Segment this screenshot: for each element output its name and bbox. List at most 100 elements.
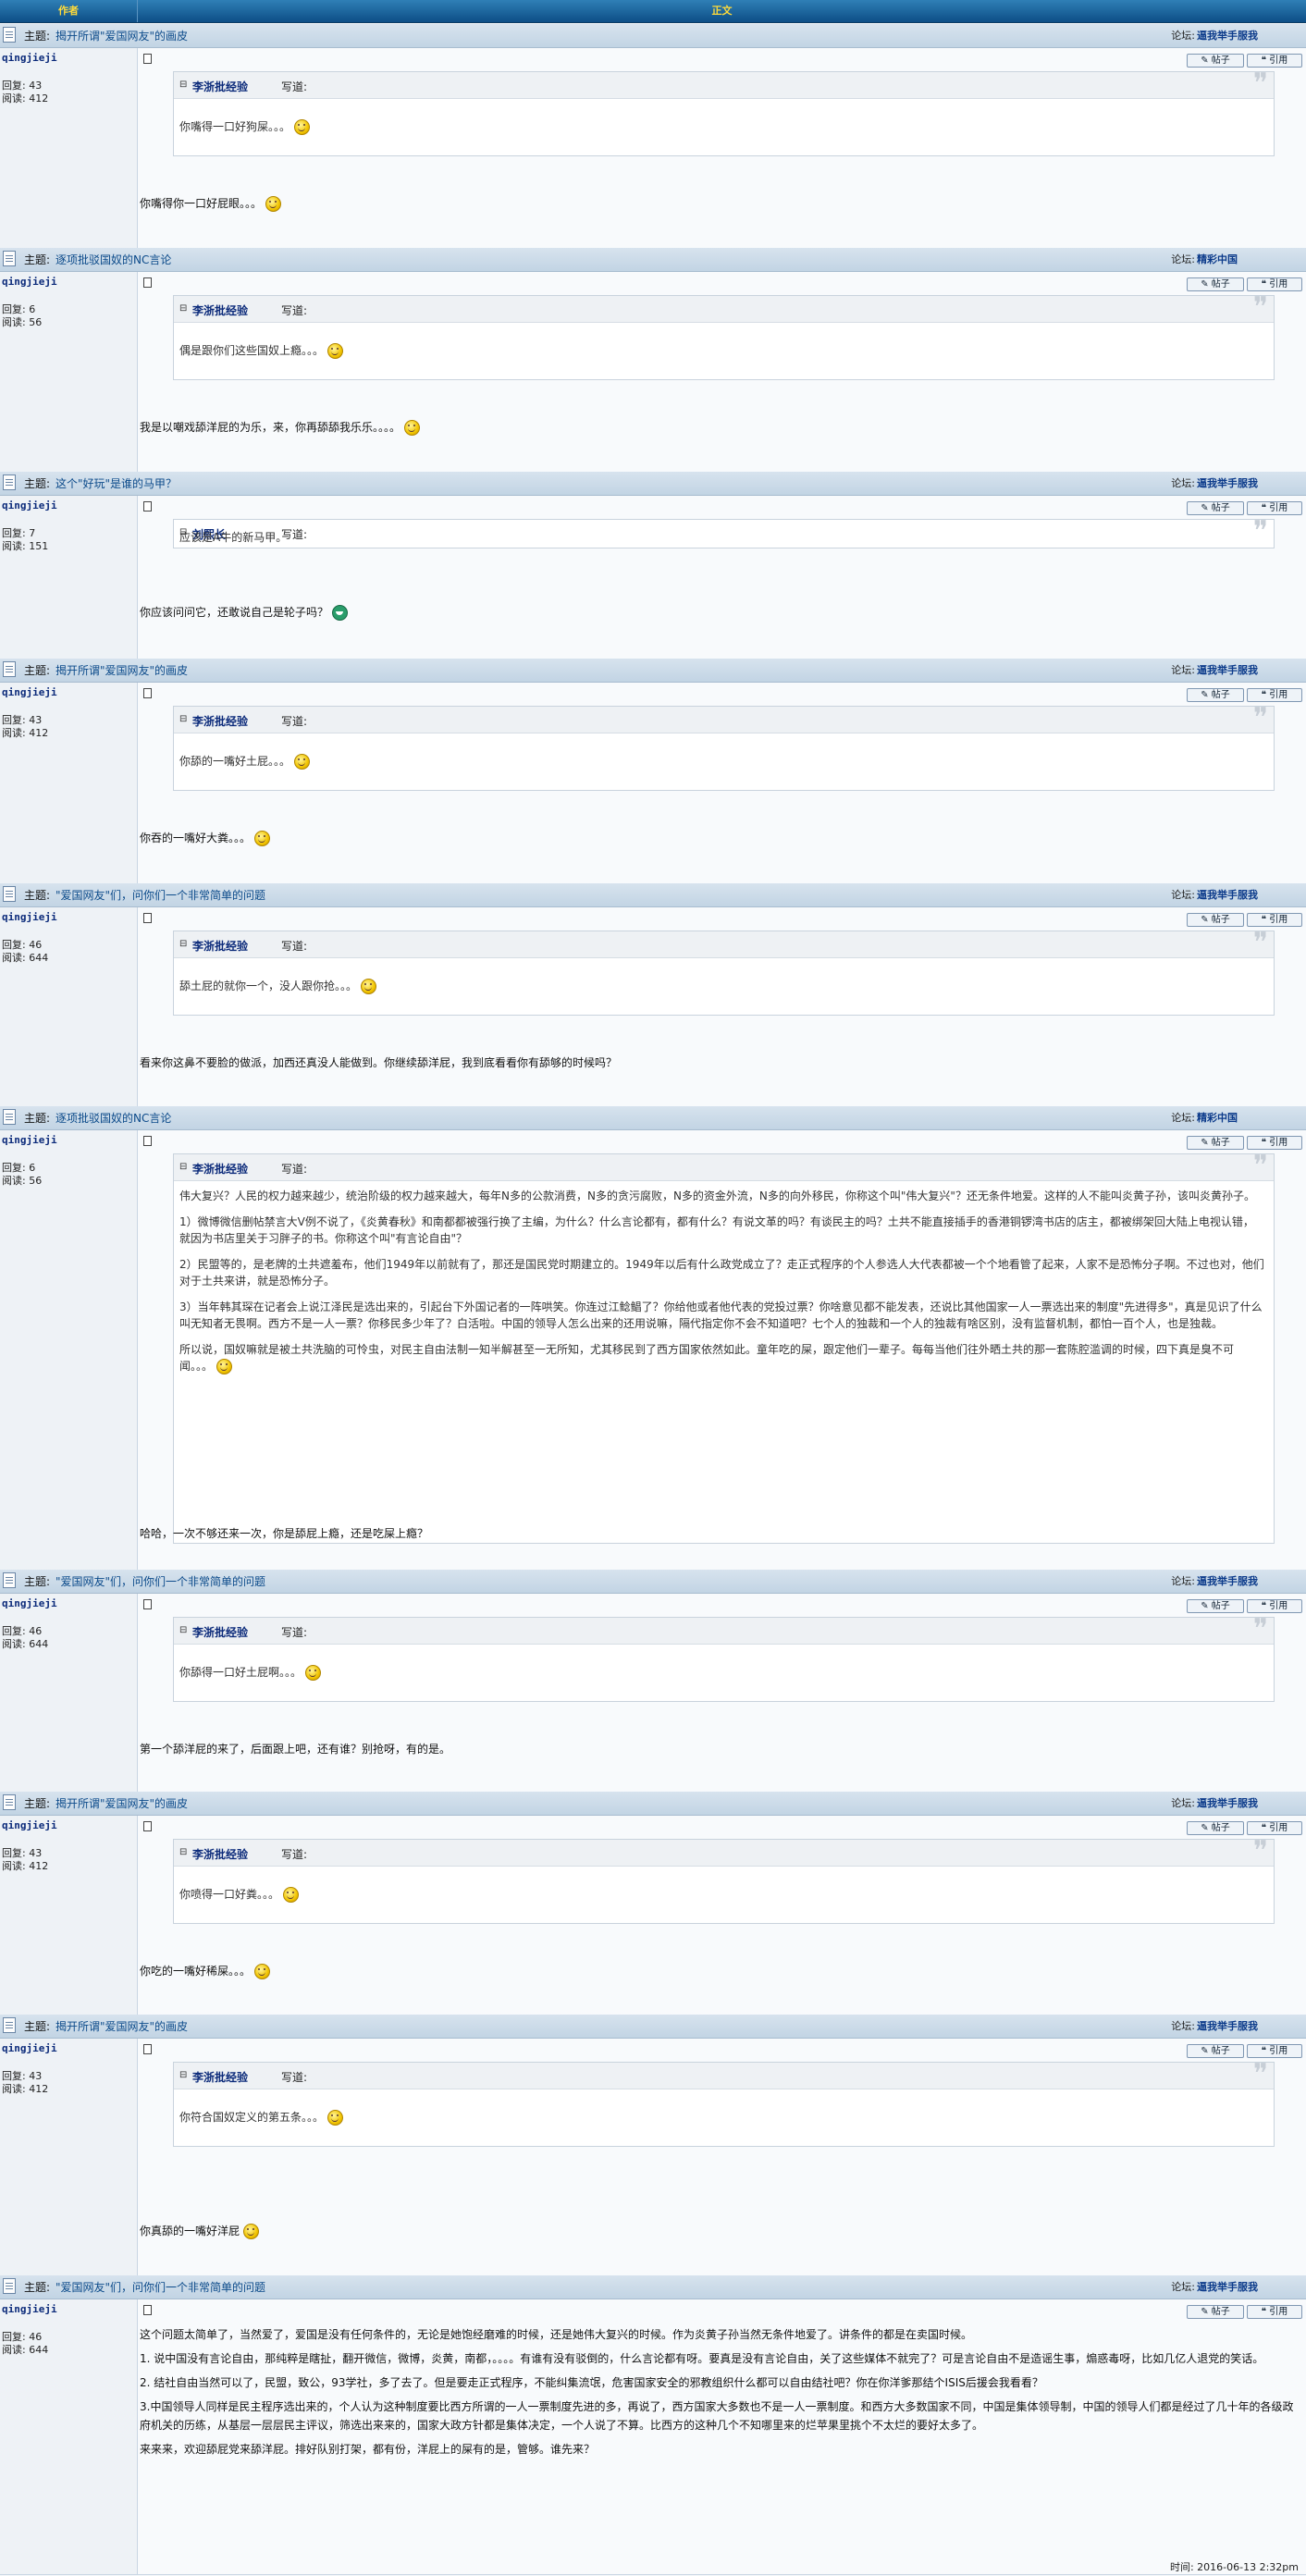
quote-author: 李浙批经验 [192, 940, 249, 953]
topic-doc-icon [3, 1109, 16, 1125]
author-name-link[interactable]: qingjieji [2, 911, 57, 923]
topic-row: 主题: "爱国网友"们，问你们一个非常简单的问题 论坛: 逼我举手服我 [0, 2275, 1306, 2299]
reply-text: 你应该问问它，还敢说自己是轮子吗？ [140, 603, 1295, 622]
post-content: ✎ 帖子 ❝ 引用 ⊟ 李浙批经验 写道: ❞ 伟大复兴？人民的权力越来越少，统治阶级的权力… [138, 1130, 1306, 1586]
author-name-link[interactable]: qingjieji [2, 52, 57, 64]
author-name-link[interactable]: qingjieji [2, 499, 57, 512]
forum-label: 论坛: [1171, 30, 1195, 42]
topic-title-link[interactable]: "爱国网友"们，问你们一个非常简单的问题 [55, 1573, 265, 1589]
topic-title-link[interactable]: 这个"好玩"是谁的马甲？ [55, 475, 177, 491]
collapse-icon[interactable]: ⊟ [179, 1625, 187, 1635]
collapse-icon[interactable]: ⊟ [179, 2070, 187, 2080]
post-body: qingjieji 回复: 6 阅读: 56 ✎ 帖子 ❝ 引用 ⊟ 李浙批经验 写道: ❞ 伟大… [0, 1130, 1306, 1587]
quote-button[interactable]: ❝ 引用 [1247, 1136, 1302, 1150]
forum-name-link[interactable]: 逼我举手服我 [1197, 475, 1302, 490]
post-doc-icon [143, 2305, 152, 2315]
post-link-button[interactable]: ✎ 帖子 [1187, 277, 1244, 291]
author-name-link[interactable]: qingjieji [2, 276, 57, 288]
topic-title-link[interactable]: 揭开所谓"爱国网友"的画皮 [55, 662, 188, 678]
reply-text: 第一个舔洋屁的来了，后面跟上吧，还有谁？别抢呀，有的是。 [140, 1743, 451, 1756]
reply-text: 你嘴得你一口好屁眼。。。 [140, 194, 1295, 213]
collapse-icon[interactable]: ⊟ [179, 1162, 187, 1172]
collapse-icon[interactable]: ⊟ [179, 303, 187, 314]
post-link-button[interactable]: ✎ 帖子 [1187, 2305, 1244, 2319]
post-link-button[interactable]: ✎ 帖子 [1187, 1599, 1244, 1613]
topic-row: 主题: 逐项批驳国奴的NC言论 论坛: 精彩中国 [0, 1106, 1306, 1130]
author-name-link[interactable]: qingjieji [2, 2303, 57, 2315]
smile-icon [327, 343, 344, 359]
post-doc-icon [143, 277, 152, 288]
forum-post: 主题: "爱国网友"们，问你们一个非常简单的问题 论坛: 逼我举手服我 qingjiej… [0, 883, 1306, 1125]
quote-text: 伟大复兴？人民的权力越来越少，统治阶级的权力越来越大，每年N多的公款消费，N多的… [179, 1188, 1264, 1384]
quote-text: 你舔得一口好土屁啊。。。 [179, 1664, 1264, 1681]
post-content: ✎ 帖子 ❝ 引用 ⊟ 李浙批经验 写道: ❞ 偶是跟你们这些国奴上瘾。。。 我是以嘲戏舔洋屁… [138, 272, 1306, 488]
topic-label: 主题: [24, 1112, 51, 1125]
quote-button[interactable]: ❝ 引用 [1247, 1599, 1302, 1613]
post-link-button[interactable]: ✎ 帖子 [1187, 688, 1244, 702]
post-link-button[interactable]: ✎ 帖子 [1187, 2044, 1244, 2058]
author-name-link[interactable]: qingjieji [2, 1597, 57, 1609]
forum-name-link[interactable]: 逼我举手服我 [1197, 2279, 1302, 2294]
forum-name-link[interactable]: 逼我举手服我 [1197, 662, 1302, 677]
quote-button[interactable]: ❝ 引用 [1247, 277, 1302, 291]
forum-name-link[interactable]: 精彩中国 [1197, 252, 1302, 266]
author-name-link[interactable]: qingjieji [2, 2042, 57, 2054]
topic-row: 主题: 逐项批驳国奴的NC言论 论坛: 精彩中国 [0, 248, 1306, 272]
topic-title-link[interactable]: 逐项批驳国奴的NC言论 [55, 1110, 171, 1126]
forum-name-link[interactable]: 逼我举手服我 [1197, 1573, 1302, 1588]
forum-post: 主题: 逐项批驳国奴的NC言论论坛: 精彩中国 qingjieji 回复: 6 阅读: 5… [0, 1106, 1306, 1587]
collapse-icon[interactable]: ⊟ [179, 80, 187, 90]
quote-button[interactable]: ❝ 引用 [1247, 1821, 1302, 1835]
forum-name-link[interactable]: 逼我举手服我 [1197, 1795, 1302, 1810]
forum-name-link[interactable]: 逼我举手服我 [1197, 887, 1302, 902]
forum-label: 论坛: [1171, 664, 1195, 676]
topic-title-link[interactable]: 逐项批驳国奴的NC言论 [55, 252, 171, 267]
quote-block: ⊟ 李浙批经验 写道: ❞ 你舔得一口好土屁啊。。。 [173, 1616, 1275, 1702]
quote-button[interactable]: ❝ 引用 [1247, 913, 1302, 927]
topic-label: 主题: [24, 2281, 51, 2294]
topic-title-link[interactable]: 揭开所谓"爱国网友"的画皮 [55, 2018, 188, 2034]
topic-title-link[interactable]: "爱国网友"们，问你们一个非常简单的问题 [55, 887, 265, 903]
topic-doc-icon [3, 2278, 16, 2294]
forum-label: 论坛: [1171, 1575, 1195, 1587]
topic-doc-icon [3, 27, 16, 43]
topic-title-link[interactable]: "爱国网友"们，问你们一个非常简单的问题 [55, 2279, 265, 2295]
quote-button[interactable]: ❝ 引用 [1247, 2044, 1302, 2058]
topic-label: 主题: [24, 30, 51, 43]
reply-paragraph: 这个问题太简单了，当然爱了，爱国是没有任何条件的，无论是她饱经磨难的时候，还是她… [140, 2328, 973, 2341]
collapse-icon[interactable]: ⊟ [179, 1847, 187, 1857]
topic-row: 主题: 揭开所谓"爱国网友"的画皮 论坛: 逼我举手服我 [0, 2015, 1306, 2039]
quote-button[interactable]: ❝ 引用 [1247, 688, 1302, 702]
collapse-icon[interactable]: ⊟ [179, 714, 187, 724]
topic-label: 主题: [24, 664, 51, 677]
author-name-link[interactable]: qingjieji [2, 1134, 57, 1146]
quote-wrote-label: 写道: [281, 1626, 308, 1639]
topic-title-link[interactable]: 揭开所谓"爱国网友"的画皮 [55, 1795, 188, 1811]
post-link-button[interactable]: ✎ 帖子 [1187, 54, 1244, 68]
quote-header: ⊟ 李浙批经验 写道: ❞ [174, 294, 1274, 323]
post-link-button[interactable]: ✎ 帖子 [1187, 1136, 1244, 1150]
post-doc-icon [143, 501, 152, 512]
quote-button[interactable]: ❝ 引用 [1247, 501, 1302, 515]
author-panel: qingjieji 回复: 6 阅读: 56 [0, 1130, 138, 1586]
quote-author: 李浙批经验 [192, 1163, 249, 1176]
forum-name-link[interactable]: 逼我举手服我 [1197, 2018, 1302, 2033]
author-name-link[interactable]: qingjieji [2, 686, 57, 698]
quote-mark-icon: ❞ [1252, 702, 1268, 734]
collapse-icon[interactable]: ⊟ [179, 939, 187, 949]
post-link-button[interactable]: ✎ 帖子 [1187, 913, 1244, 927]
post-link-button[interactable]: ✎ 帖子 [1187, 1821, 1244, 1835]
author-name-link[interactable]: qingjieji [2, 1819, 57, 1831]
topic-row: 主题: "爱国网友"们，问你们一个非常简单的问题 论坛: 逼我举手服我 [0, 1570, 1306, 1594]
post-link-button[interactable]: ✎ 帖子 [1187, 501, 1244, 515]
author-panel: qingjieji 回复: 46 阅读: 644 [0, 1594, 138, 1810]
forum-name-link[interactable]: 精彩中国 [1197, 1110, 1302, 1125]
smile-icon [265, 196, 282, 212]
topic-title-link[interactable]: 揭开所谓"爱国网友"的画皮 [55, 28, 188, 43]
reply-paragraph: 3.中国领导人同样是民主程序选出来的，个人认为这种制度要比西方所谓的一人一票制度… [140, 2400, 1294, 2432]
forum-name-link[interactable]: 逼我举手服我 [1197, 28, 1302, 43]
quote-button[interactable]: ❝ 引用 [1247, 2305, 1302, 2319]
topic-row: 主题: 揭开所谓"爱国网友"的画皮 论坛: 逼我举手服我 [0, 24, 1306, 48]
post-body: qingjieji 回复: 43 阅读: 412 ✎ 帖子 ❝ 引用 ⊟ 李浙批经验 写道: ❞… [0, 2039, 1306, 2293]
quote-button[interactable]: ❝ 引用 [1247, 54, 1302, 68]
